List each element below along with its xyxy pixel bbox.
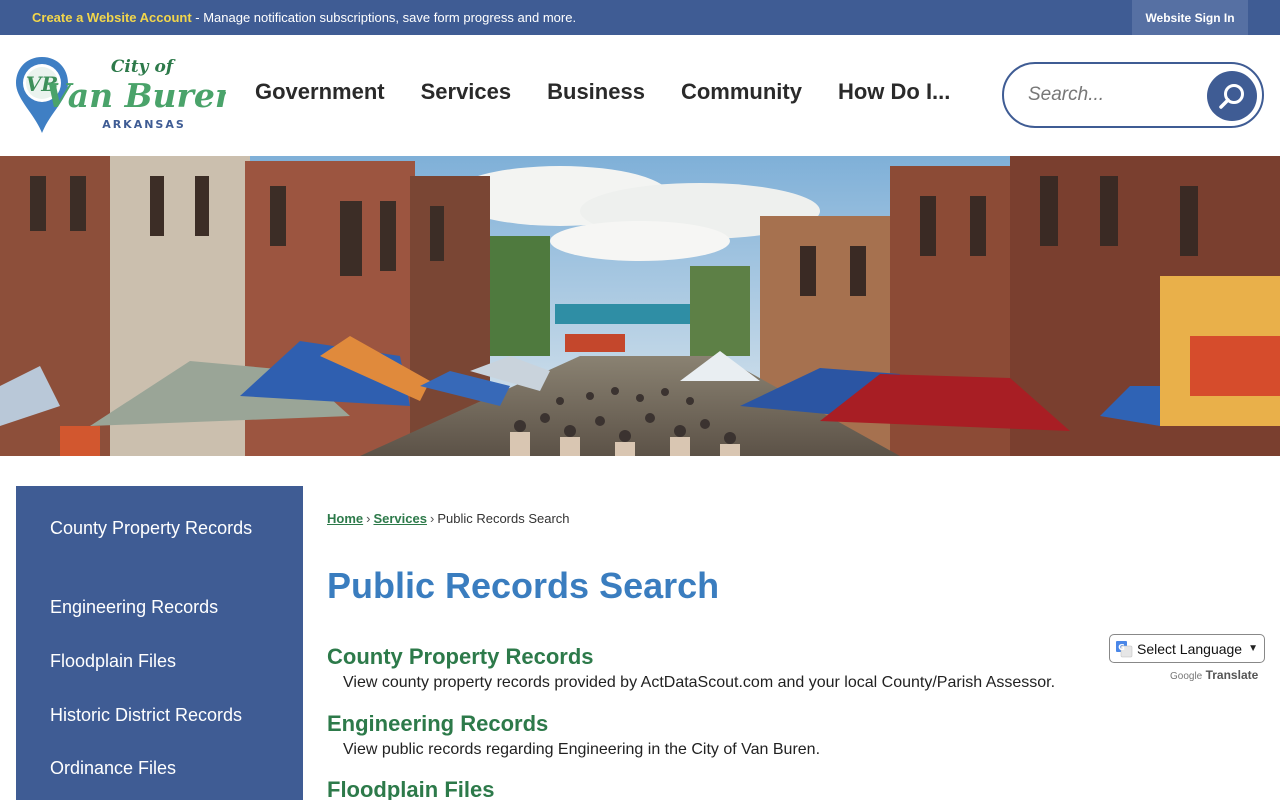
logo-city-name: Van Buren xyxy=(45,76,226,115)
create-account-link[interactable]: Create a Website Account xyxy=(32,10,192,25)
nav-government[interactable]: Government xyxy=(237,79,403,105)
breadcrumb-separator: › xyxy=(429,511,435,526)
breadcrumb-services-link[interactable]: Services xyxy=(373,511,427,526)
search-input[interactable] xyxy=(1028,78,1198,112)
svg-text:G: G xyxy=(1118,643,1125,652)
main-nav: Government Services Business Community H… xyxy=(237,79,968,105)
search-icon xyxy=(1219,84,1244,109)
translate-wordmark[interactable]: Translate xyxy=(1206,668,1259,682)
sidebar-item-engineering-records[interactable]: Engineering Records xyxy=(50,595,280,620)
record-title-engineering[interactable]: Engineering Records xyxy=(327,711,548,737)
breadcrumb-home-link[interactable]: Home xyxy=(327,511,363,526)
site-header: VB City of Van Buren ARKANSAS Government… xyxy=(0,35,1280,156)
language-select-label: Select Language xyxy=(1137,640,1243,657)
hero-banner-image xyxy=(0,156,1280,456)
nav-community[interactable]: Community xyxy=(663,79,820,105)
city-logo[interactable]: VB City of Van Buren ARKANSAS xyxy=(14,53,239,137)
search-button[interactable] xyxy=(1207,71,1257,121)
map-pin-logo-icon: VB City of Van Buren ARKANSAS xyxy=(16,57,239,133)
google-translate-icon: G xyxy=(1116,640,1133,657)
nav-business[interactable]: Business xyxy=(529,79,663,105)
record-description-engineering: View public records regarding Engineerin… xyxy=(343,741,821,758)
topbar-message: Create a Website Account - Manage notifi… xyxy=(32,10,576,25)
record-description-county-property: View county property records provided by… xyxy=(343,674,1056,691)
powered-by-google-translate: Google Translate xyxy=(1170,668,1258,682)
google-wordmark: Google xyxy=(1170,671,1203,682)
nav-how-do-i[interactable]: How Do I... xyxy=(820,79,968,105)
chevron-down-icon: ▼ xyxy=(1248,643,1258,654)
topbar-message-text: - Manage notification subscriptions, sav… xyxy=(191,10,577,25)
top-announcement-bar: Create a Website Account - Manage notifi… xyxy=(0,0,1280,35)
nav-services[interactable]: Services xyxy=(403,79,530,105)
sidebar-item-historic-district-records[interactable]: Historic District Records xyxy=(50,703,280,728)
website-signin-button[interactable]: Website Sign In xyxy=(1132,0,1248,35)
sidebar-item-ordinance-files[interactable]: Ordinance Files xyxy=(50,756,280,781)
breadcrumb-current: Public Records Search xyxy=(437,511,570,526)
language-select[interactable]: G Select Language ▼ xyxy=(1109,634,1265,663)
record-title-floodplain[interactable]: Floodplain Files xyxy=(327,777,494,800)
page-title: Public Records Search xyxy=(327,565,720,606)
logo-state: ARKANSAS xyxy=(102,118,186,131)
sidebar-item-county-property-records[interactable]: County Property Records xyxy=(50,516,280,541)
breadcrumb: Home › Services › Public Records Search xyxy=(327,511,570,526)
sidebar-nav: County Property Records Engineering Reco… xyxy=(16,486,303,800)
logo-city-of: City of xyxy=(111,57,176,77)
record-title-county-property[interactable]: County Property Records xyxy=(327,644,594,670)
sidebar-item-floodplain-files[interactable]: Floodplain Files xyxy=(50,649,280,674)
breadcrumb-separator: › xyxy=(366,511,371,526)
search-box xyxy=(1002,62,1264,128)
